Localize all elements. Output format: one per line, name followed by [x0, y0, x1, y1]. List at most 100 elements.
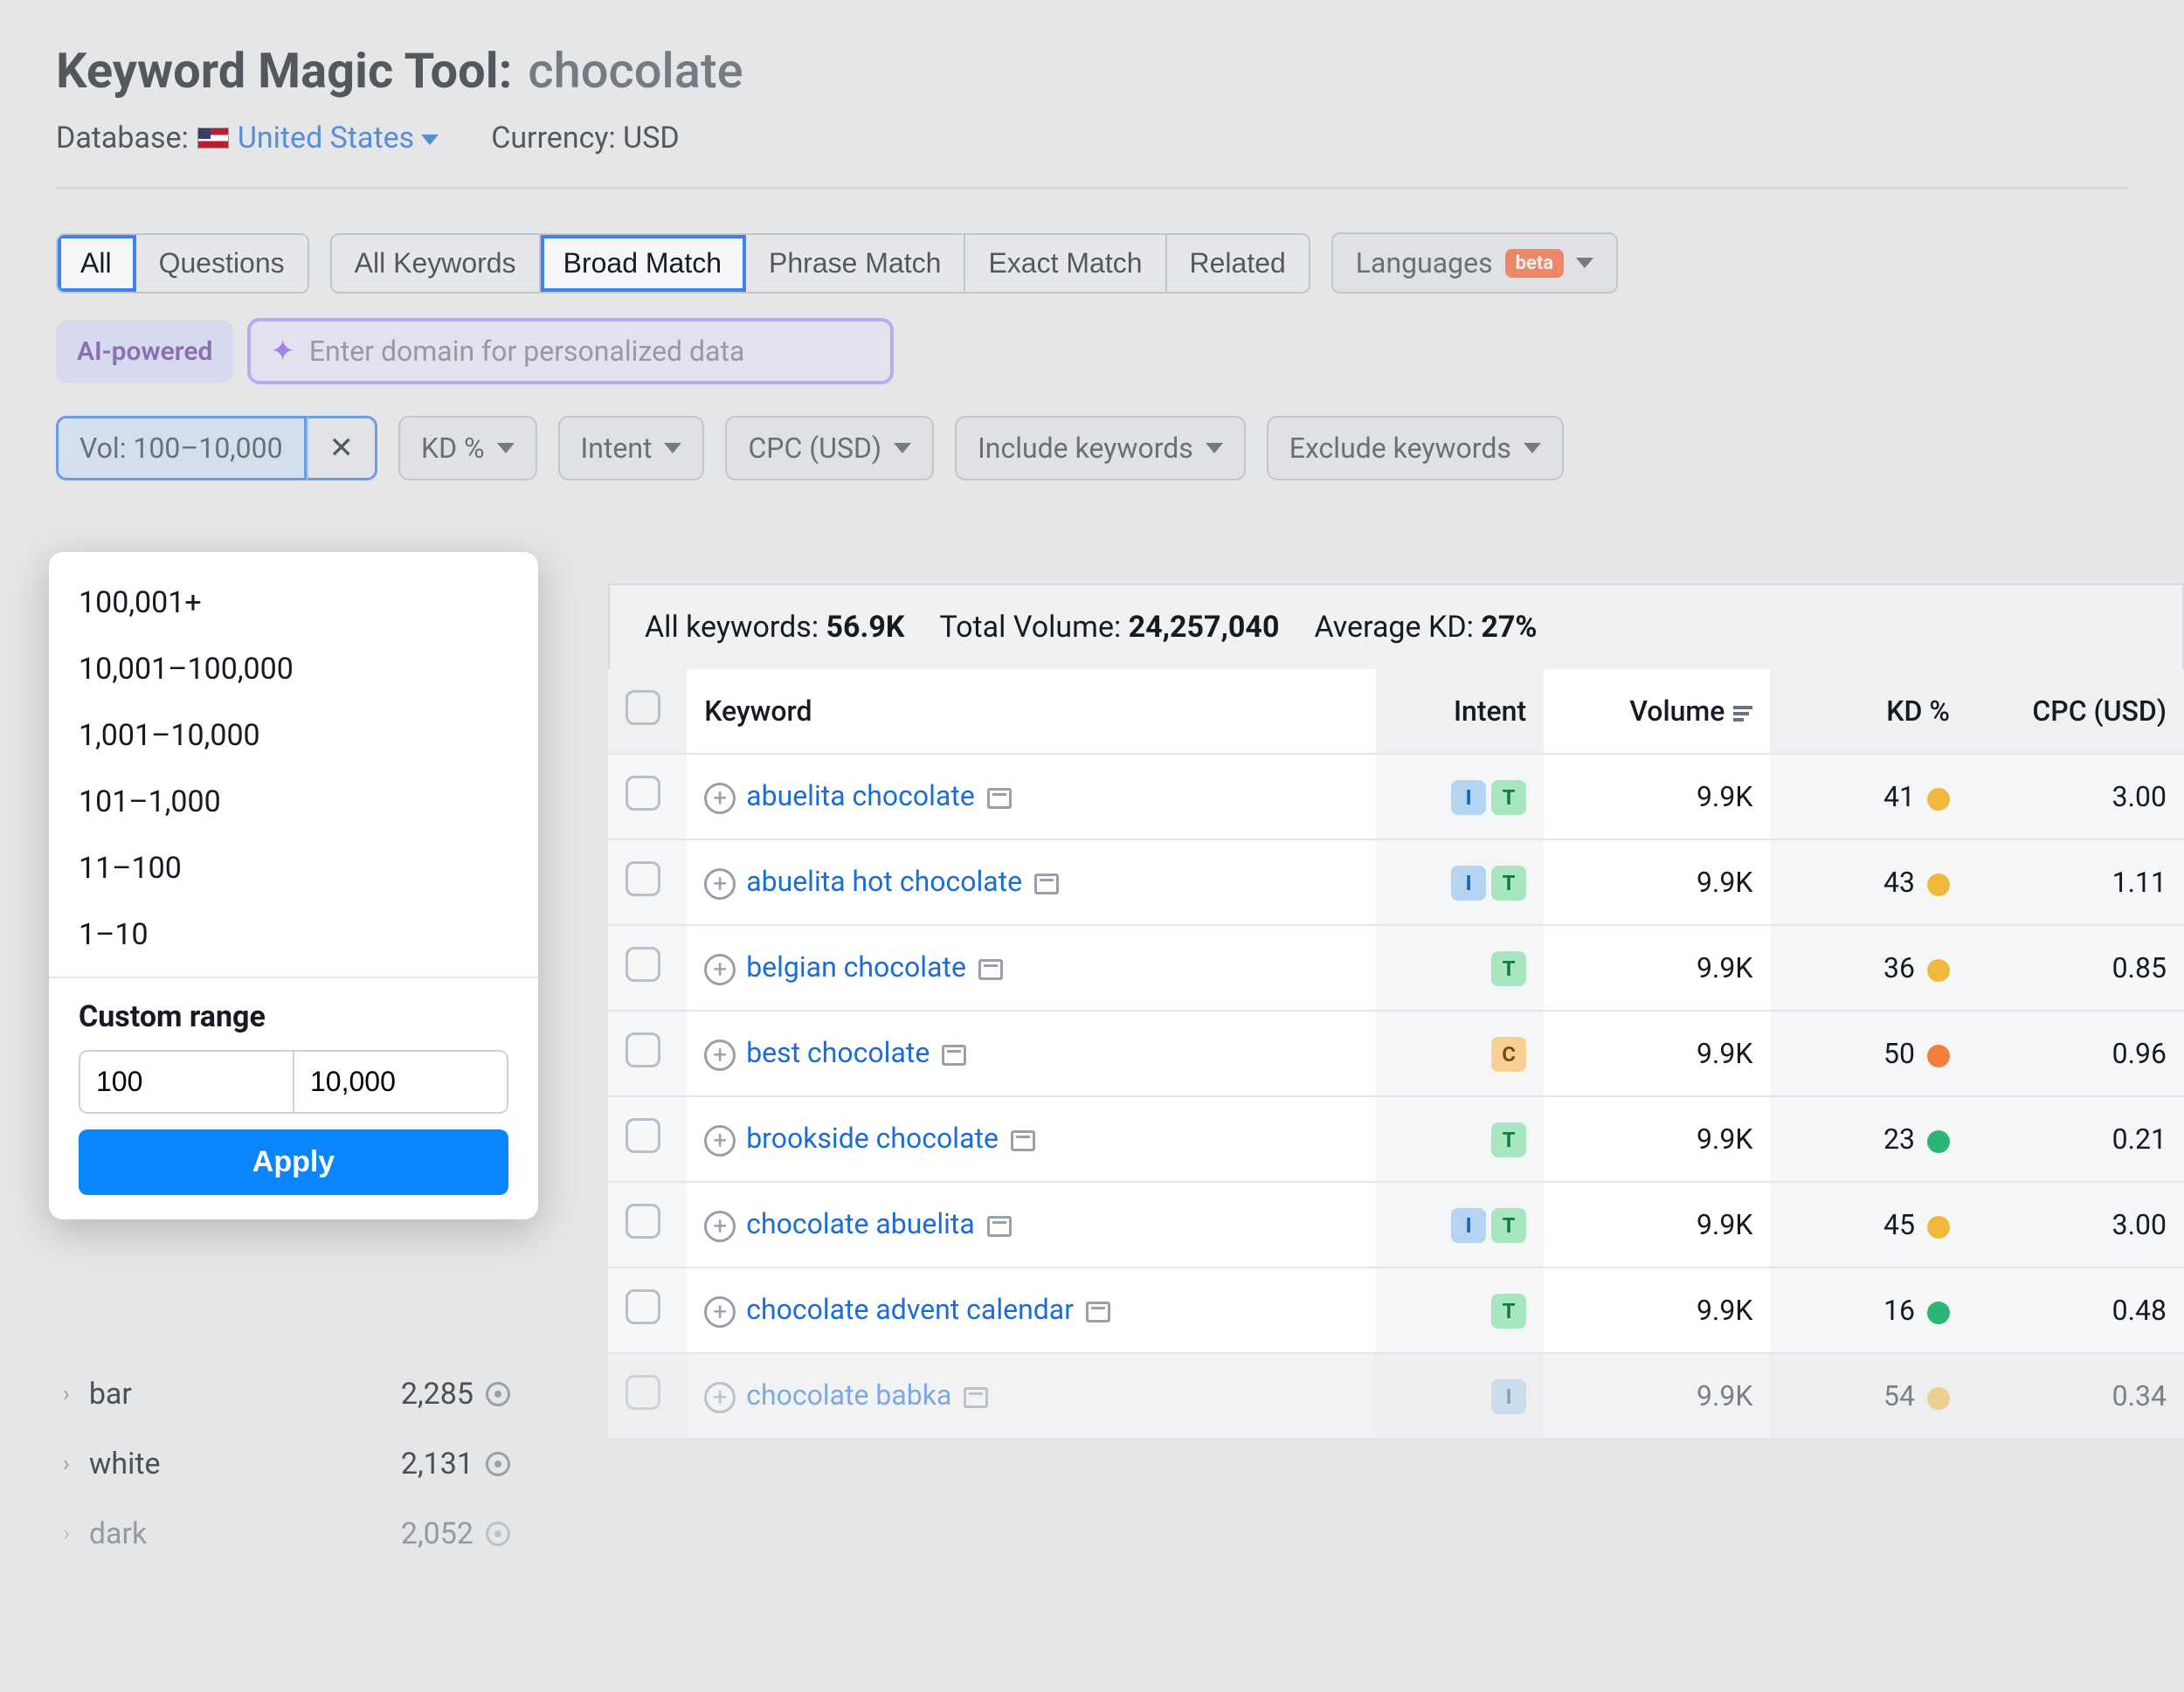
sidebar-item[interactable]: ›bar 2,285: [42, 1359, 531, 1429]
add-icon[interactable]: +: [704, 1211, 736, 1242]
ai-domain-input[interactable]: ✦ Enter domain for personalized data: [247, 318, 894, 384]
serp-icon[interactable]: [1011, 1130, 1035, 1151]
database-value: United States: [238, 121, 414, 155]
keyword-link[interactable]: brookside chocolate: [746, 1122, 999, 1155]
vol-option[interactable]: 101–1,000: [49, 769, 538, 835]
vol-option[interactable]: 100,001+: [49, 570, 538, 636]
intent-badge-I: I: [1491, 1379, 1526, 1414]
apply-button[interactable]: Apply: [79, 1129, 508, 1195]
column-kd[interactable]: KD %: [1770, 669, 1967, 754]
serp-icon[interactable]: [942, 1045, 966, 1066]
range-to-input[interactable]: [294, 1050, 508, 1114]
row-checkbox[interactable]: [625, 861, 660, 896]
sidebar-item[interactable]: ›dark 2,052: [42, 1499, 531, 1569]
serp-icon[interactable]: [964, 1387, 988, 1408]
keyword-link[interactable]: abuelita chocolate: [746, 779, 975, 812]
keyword-link[interactable]: best chocolate: [746, 1036, 930, 1069]
tab-related[interactable]: Related: [1167, 235, 1309, 292]
summary-allkw-label: All keywords:: [645, 610, 819, 645]
row-checkbox[interactable]: [625, 1204, 660, 1239]
column-cpc[interactable]: CPC (USD): [1967, 669, 2184, 754]
keyword-link[interactable]: chocolate advent calendar: [746, 1293, 1074, 1326]
sidebar-item-count: 2,285: [401, 1377, 473, 1412]
intent-badge-T: T: [1491, 1294, 1526, 1329]
segment-match: All Keywords Broad Match Phrase Match Ex…: [330, 233, 1310, 294]
keyword-link[interactable]: abuelita hot chocolate: [746, 865, 1022, 898]
serp-icon[interactable]: [1086, 1302, 1110, 1323]
languages-dropdown[interactable]: Languages beta: [1331, 232, 1618, 294]
vol-option[interactable]: 1–10: [49, 901, 538, 968]
tab-all-keywords[interactable]: All Keywords: [332, 235, 541, 292]
select-all-checkbox[interactable]: [625, 690, 660, 725]
range-from-input[interactable]: [79, 1050, 294, 1114]
column-volume[interactable]: Volume: [1544, 669, 1770, 754]
add-icon[interactable]: +: [704, 1039, 736, 1071]
chevron-down-icon: [421, 135, 439, 145]
currency-label: Currency: USD: [491, 121, 680, 155]
column-intent[interactable]: Intent: [1376, 669, 1544, 754]
filter-include[interactable]: Include keywords: [955, 416, 1246, 480]
intent-badge-I: I: [1451, 866, 1486, 901]
filter-intent[interactable]: Intent: [558, 416, 705, 480]
tab-questions[interactable]: Questions: [136, 235, 308, 292]
row-checkbox[interactable]: [625, 1289, 660, 1324]
column-keyword[interactable]: Keyword: [687, 669, 1376, 754]
eye-icon[interactable]: [486, 1452, 510, 1476]
kd-dot-icon: [1927, 959, 1950, 982]
filter-exclude[interactable]: Exclude keywords: [1267, 416, 1564, 480]
tab-exact-match[interactable]: Exact Match: [965, 235, 1166, 292]
sidebar-item[interactable]: ›white 2,131: [42, 1429, 531, 1499]
serp-icon[interactable]: [1034, 874, 1059, 894]
add-icon[interactable]: +: [704, 1296, 736, 1328]
keyword-link[interactable]: belgian chocolate: [746, 950, 966, 984]
summary-avgkd-value: 27%: [1481, 610, 1537, 645]
eye-icon[interactable]: [486, 1522, 510, 1546]
results-panel: All keywords: 56.9K Total Volume: 24,257…: [608, 584, 2184, 1440]
tab-broad-match[interactable]: Broad Match: [541, 235, 746, 292]
tab-phrase-match[interactable]: Phrase Match: [746, 235, 965, 292]
cell-cpc: 0.48: [1967, 1267, 2184, 1353]
sidebar-item-label: white: [89, 1447, 161, 1481]
add-icon[interactable]: +: [704, 954, 736, 985]
filter-cpc[interactable]: CPC (USD): [725, 416, 934, 480]
page-title-label: Keyword Magic Tool:: [56, 42, 512, 100]
eye-icon[interactable]: [486, 1382, 510, 1406]
database-selector[interactable]: United States: [238, 121, 439, 155]
vol-option[interactable]: 1,001–10,000: [49, 702, 538, 769]
chevron-down-icon: [1576, 258, 1593, 268]
kd-dot-icon: [1927, 874, 1950, 896]
serp-icon[interactable]: [978, 959, 1003, 980]
sparkle-icon: ✦: [270, 334, 295, 369]
add-icon[interactable]: +: [704, 1125, 736, 1157]
keyword-link[interactable]: chocolate abuelita: [746, 1207, 975, 1240]
serp-icon[interactable]: [987, 788, 1012, 809]
keyword-link[interactable]: chocolate babka: [746, 1378, 951, 1412]
row-checkbox[interactable]: [625, 1032, 660, 1067]
add-icon[interactable]: +: [704, 868, 736, 900]
row-checkbox[interactable]: [625, 1118, 660, 1153]
table-row: +abuelita hot chocolate IT 9.9K 43 1.11: [608, 839, 2184, 925]
tab-all[interactable]: All: [58, 235, 136, 292]
cell-volume: 9.9K: [1544, 754, 1770, 839]
filter-kd[interactable]: KD %: [398, 416, 536, 480]
filter-volume[interactable]: Vol: 100–10,000: [56, 416, 307, 480]
row-checkbox[interactable]: [625, 776, 660, 811]
row-checkbox[interactable]: [625, 947, 660, 982]
close-icon: ✕: [324, 431, 360, 466]
vol-option[interactable]: 11–100: [49, 835, 538, 901]
summary-allkw-value: 56.9K: [826, 610, 905, 645]
beta-badge: beta: [1505, 249, 1564, 278]
intent-badge-T: T: [1491, 866, 1526, 901]
kd-dot-icon: [1927, 1216, 1950, 1239]
chevron-down-icon: [894, 443, 911, 453]
add-icon[interactable]: +: [704, 1382, 736, 1413]
summary-avgkd-label: Average KD:: [1314, 610, 1473, 645]
sidebar-groups: ›bar 2,285 ›white 2,131 ›dark 2,052: [42, 1359, 531, 1569]
row-checkbox[interactable]: [625, 1375, 660, 1410]
serp-icon[interactable]: [987, 1216, 1012, 1237]
filter-volume-clear[interactable]: ✕: [307, 416, 378, 480]
summary-totvol-label: Total Volume:: [940, 610, 1122, 645]
add-icon[interactable]: +: [704, 783, 736, 814]
volume-dropdown: 100,001+ 10,001–100,000 1,001–10,000 101…: [49, 552, 538, 1219]
vol-option[interactable]: 10,001–100,000: [49, 636, 538, 702]
